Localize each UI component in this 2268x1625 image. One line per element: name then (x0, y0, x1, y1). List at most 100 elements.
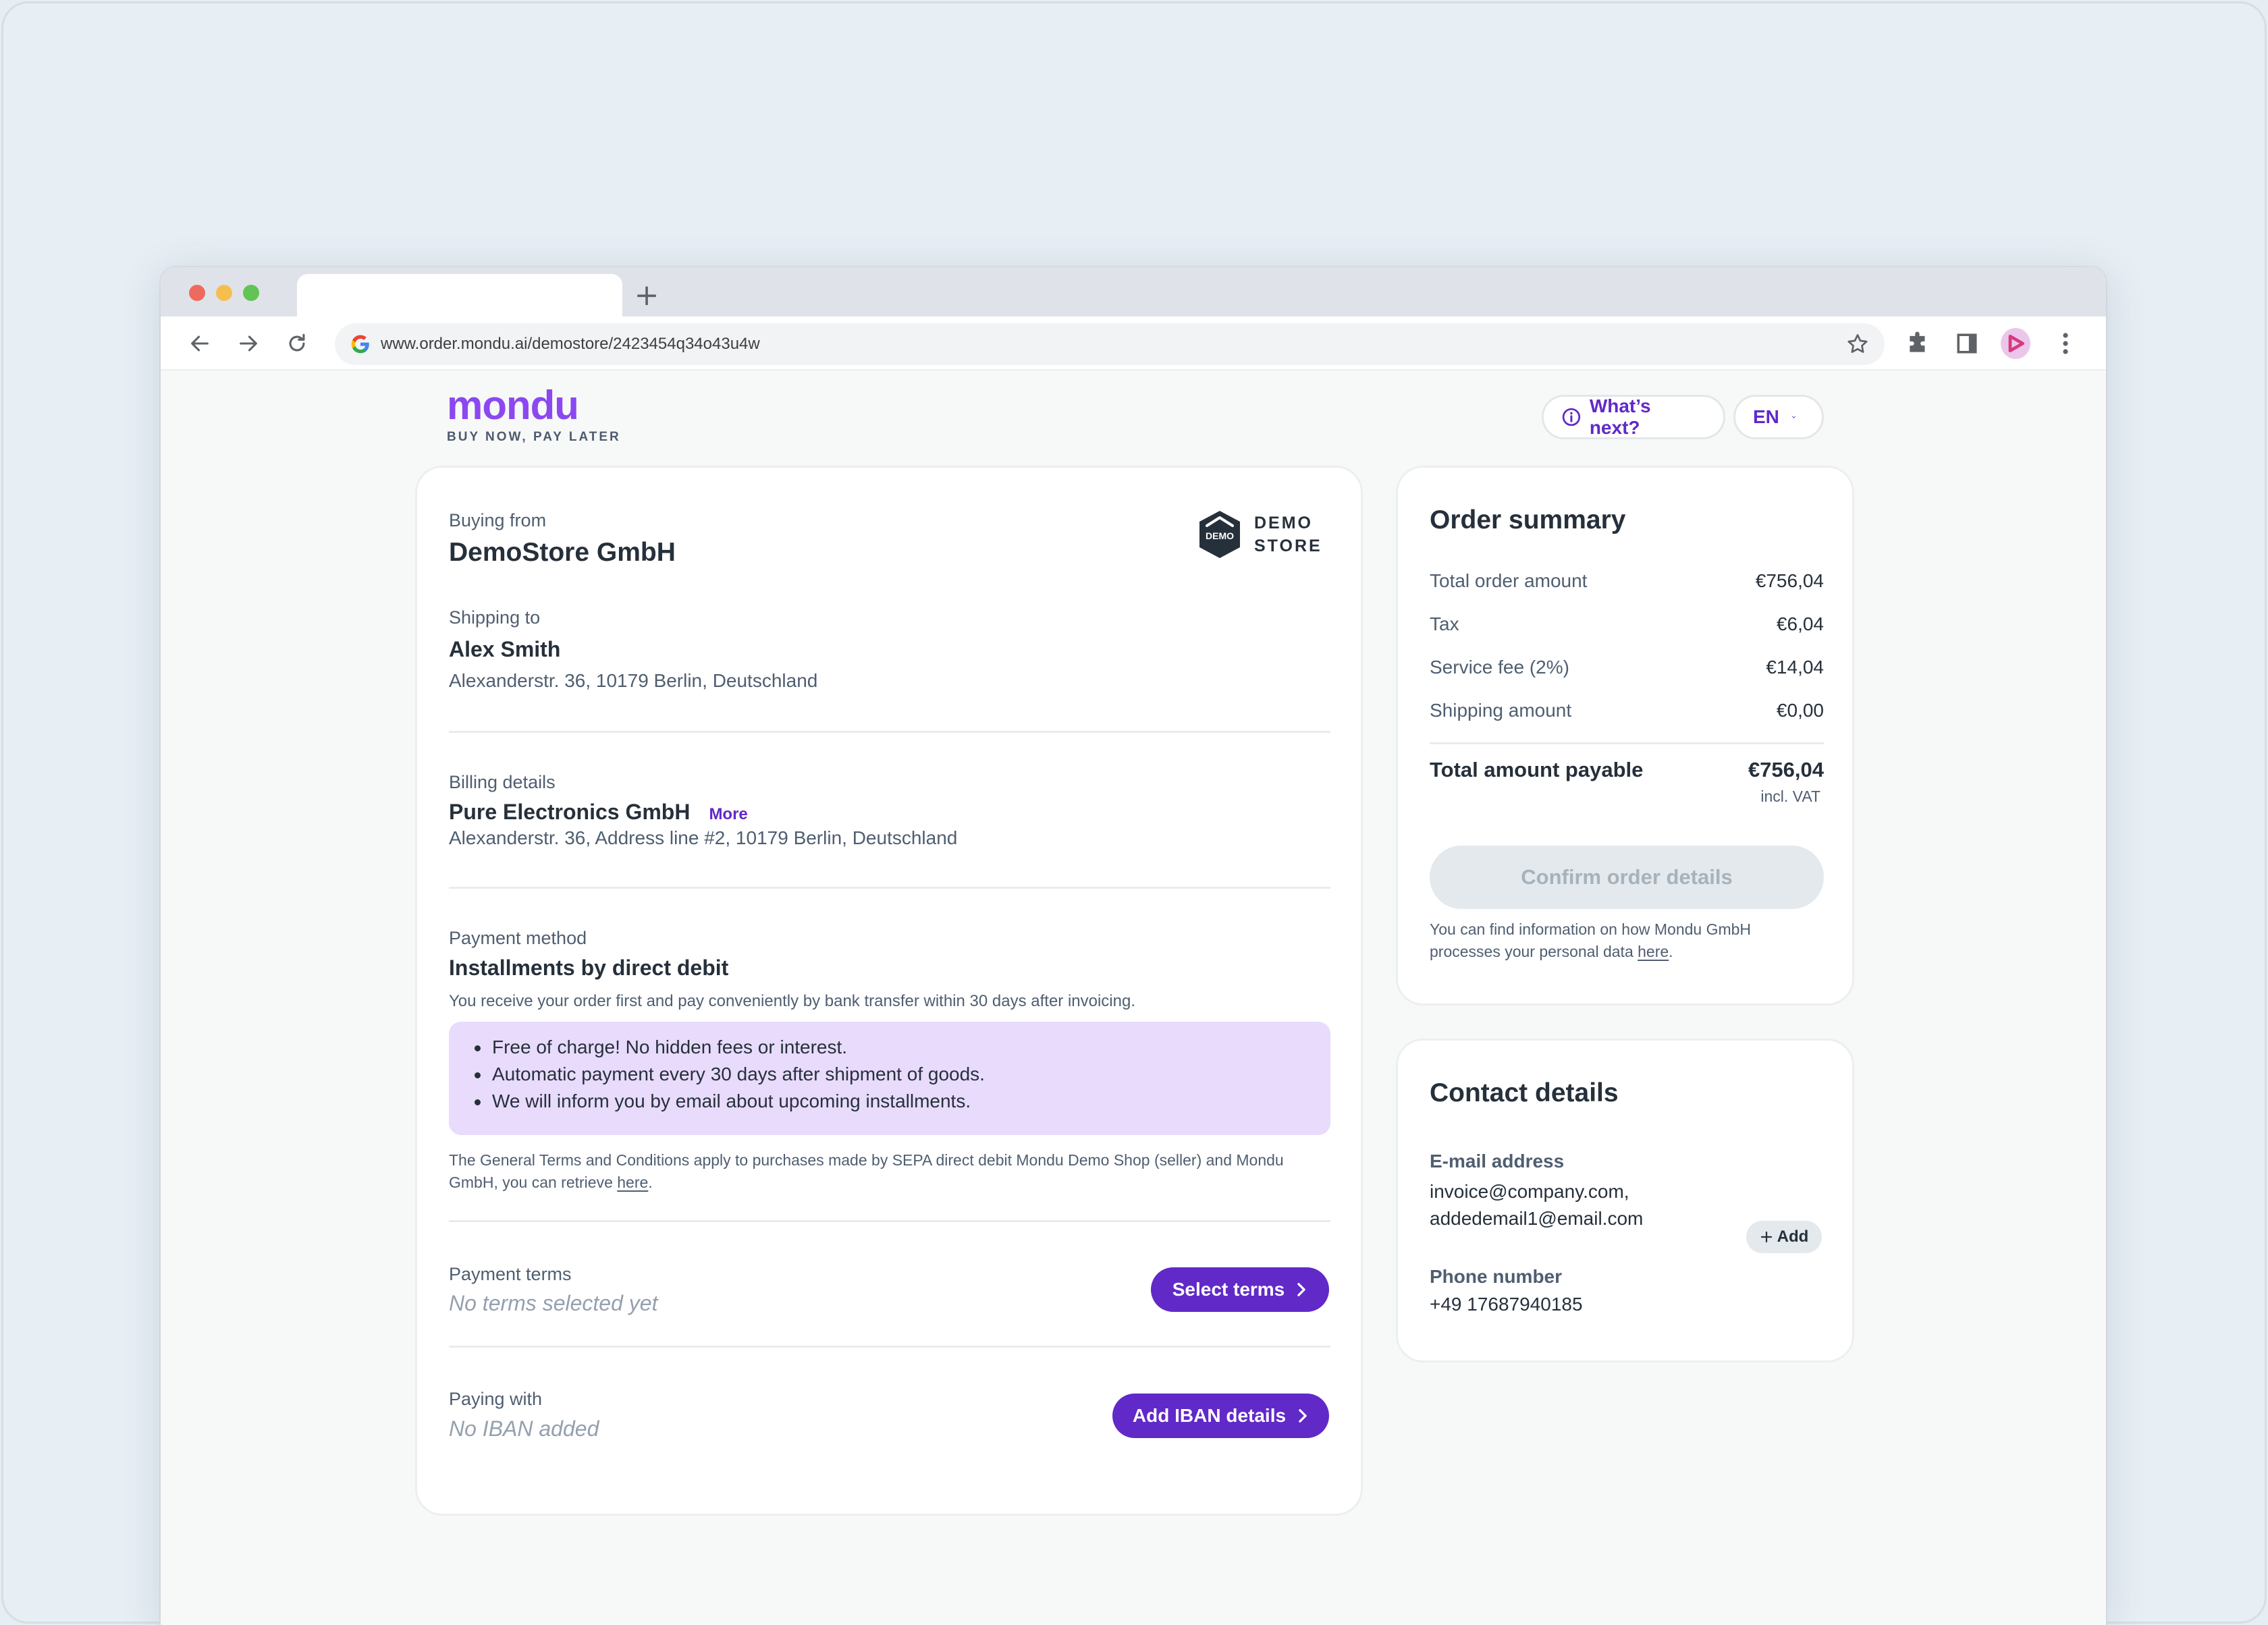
confirm-order-button[interactable]: Confirm order details (1430, 846, 1824, 909)
reload-button[interactable] (279, 326, 315, 361)
summary-row: Total order amount €756,04 (1430, 570, 1824, 592)
url-text[interactable]: www.order.mondu.ai/demostore/2423454q34o… (381, 323, 760, 365)
summary-row-value: €756,04 (1755, 570, 1824, 591)
phone-label: Phone number (1430, 1266, 1563, 1287)
terms-end: . (648, 1174, 653, 1191)
add-iban-button[interactable]: Add IBAN details (1112, 1394, 1329, 1438)
terms-here-link[interactable]: here (617, 1174, 648, 1191)
privacy-here-link[interactable]: here (1638, 943, 1669, 960)
store-logo-line2: STORE (1254, 536, 1322, 555)
terms-notice: The General Terms and Conditions apply t… (449, 1149, 1330, 1194)
benefit-item: We will inform you by email about upcomi… (469, 1088, 1330, 1115)
summary-row: Tax €6,04 (1430, 613, 1824, 635)
contact-title: Contact details (1430, 1078, 1619, 1107)
logo-tagline: BUY NOW, PAY LATER (447, 430, 621, 444)
puzzle-icon (1910, 331, 1925, 352)
total-row: Total amount payable €756,04 (1430, 758, 1824, 782)
browser-menu-button[interactable] (2051, 329, 2080, 358)
privacy-text: You can find information on how Mondu Gm… (1430, 920, 1752, 960)
payment-method-value: Installments by direct debit (449, 956, 729, 980)
profile-image-icon (2008, 335, 2024, 352)
privacy-end: . (1669, 943, 1673, 960)
merchant-name: DemoStore GmbH (449, 538, 676, 567)
email-item: invoice@company.com, (1430, 1181, 1629, 1202)
active-tab[interactable] (297, 274, 622, 316)
email-list: invoice@company.com, addedemail1@email.c… (1430, 1178, 1643, 1232)
tab-bar: + (161, 267, 2106, 316)
divider (449, 1346, 1330, 1348)
payment-method-label: Payment method (449, 928, 587, 948)
buying-from-label: Buying from (449, 510, 547, 530)
divider (449, 731, 1330, 733)
new-tab-button[interactable]: + (628, 277, 666, 314)
total-value: €756,04 (1748, 758, 1824, 781)
chevron-right-icon (1299, 1409, 1307, 1423)
forward-button[interactable] (231, 326, 266, 361)
summary-row-value: €6,04 (1776, 613, 1824, 634)
maximize-window-button[interactable] (243, 285, 259, 301)
kebab-menu-icon (2063, 333, 2068, 354)
shipping-name: Alex Smith (449, 637, 561, 661)
summary-row: Service fee (2%) €14,04 (1430, 657, 1824, 678)
close-window-button[interactable] (189, 285, 205, 301)
add-email-button[interactable]: Add (1746, 1221, 1822, 1253)
google-icon (351, 335, 369, 354)
divider (449, 887, 1330, 889)
payment-terms-label: Payment terms (449, 1264, 572, 1284)
browser-toolbar: www.order.mondu.ai/demostore/2423454q34o… (161, 316, 2106, 370)
paying-with-label: Paying with (449, 1389, 543, 1409)
divider (1430, 742, 1824, 744)
billing-company-row: Pure Electronics GmbH More (449, 800, 748, 825)
billing-address: Alexanderstr. 36, Address line #2, 10179… (449, 827, 958, 848)
bookmark-star-icon[interactable] (1845, 332, 1870, 356)
language-label: EN (1753, 406, 1779, 427)
mondu-logo[interactable]: mondu BUY NOW, PAY LATER (447, 385, 621, 445)
arrow-right-icon (240, 335, 257, 352)
shipping-label: Shipping to (449, 607, 541, 628)
billing-more-link[interactable]: More (709, 805, 747, 824)
order-summary-title: Order summary (1430, 505, 1626, 534)
summary-row-label: Total order amount (1430, 570, 1588, 591)
extensions-button[interactable] (1904, 329, 1933, 358)
summary-row-value: €14,04 (1766, 657, 1824, 678)
order-details-card: Buying from DemoStore GmbH DEMO DEMO STO… (415, 466, 1363, 1516)
store-logo-badge-text: DEMO (1206, 530, 1234, 541)
vat-note: incl. VAT (1760, 788, 1820, 805)
summary-row-label: Service fee (2%) (1430, 657, 1569, 678)
info-icon (1562, 408, 1581, 426)
plus-icon (1760, 1231, 1772, 1243)
add-email-label: Add (1777, 1228, 1809, 1246)
total-label: Total amount payable (1430, 758, 1644, 781)
store-logo-text: DEMO STORE (1254, 512, 1322, 557)
profile-avatar (2001, 328, 2030, 359)
summary-row-value: €0,00 (1776, 700, 1824, 721)
billing-label: Billing details (449, 772, 556, 792)
summary-row-label: Tax (1430, 613, 1459, 634)
add-iban-label: Add IBAN details (1132, 1405, 1287, 1426)
logo-wordmark: mondu (447, 383, 579, 428)
paying-with-value: No IBAN added (449, 1416, 599, 1441)
select-terms-button[interactable]: Select terms (1151, 1267, 1329, 1312)
payment-terms-value: No terms selected yet (449, 1291, 658, 1315)
email-label: E-mail address (1430, 1151, 1565, 1172)
chevron-right-icon (1297, 1283, 1306, 1296)
minimize-window-button[interactable] (216, 285, 232, 301)
divider (449, 1220, 1330, 1222)
store-logo-line1: DEMO (1254, 514, 1313, 532)
address-bar[interactable]: www.order.mondu.ai/demostore/2423454q34o… (335, 323, 1885, 365)
contact-details-card: Contact details E-mail address invoice@c… (1396, 1039, 1854, 1362)
language-selector[interactable]: EN (1733, 395, 1824, 439)
benefit-item: Automatic payment every 30 days after sh… (469, 1061, 1330, 1088)
benefits-box: Free of charge! No hidden fees or intere… (449, 1022, 1330, 1135)
payment-description: You receive your order first and pay con… (449, 992, 1135, 1010)
back-button[interactable] (182, 326, 217, 361)
side-panel-button[interactable] (1952, 329, 1982, 358)
summary-row: Shipping amount €0,00 (1430, 700, 1824, 721)
benefit-item: Free of charge! No hidden fees or intere… (469, 1034, 1330, 1061)
shipping-address: Alexanderstr. 36, 10179 Berlin, Deutschl… (449, 670, 818, 691)
profile-button[interactable] (2001, 328, 2030, 359)
order-summary-card: Order summary Total order amount €756,04… (1396, 466, 1854, 1006)
select-terms-label: Select terms (1172, 1279, 1285, 1300)
whats-next-button[interactable]: What’s next? (1542, 395, 1725, 439)
whats-next-label: What’s next? (1589, 395, 1651, 438)
